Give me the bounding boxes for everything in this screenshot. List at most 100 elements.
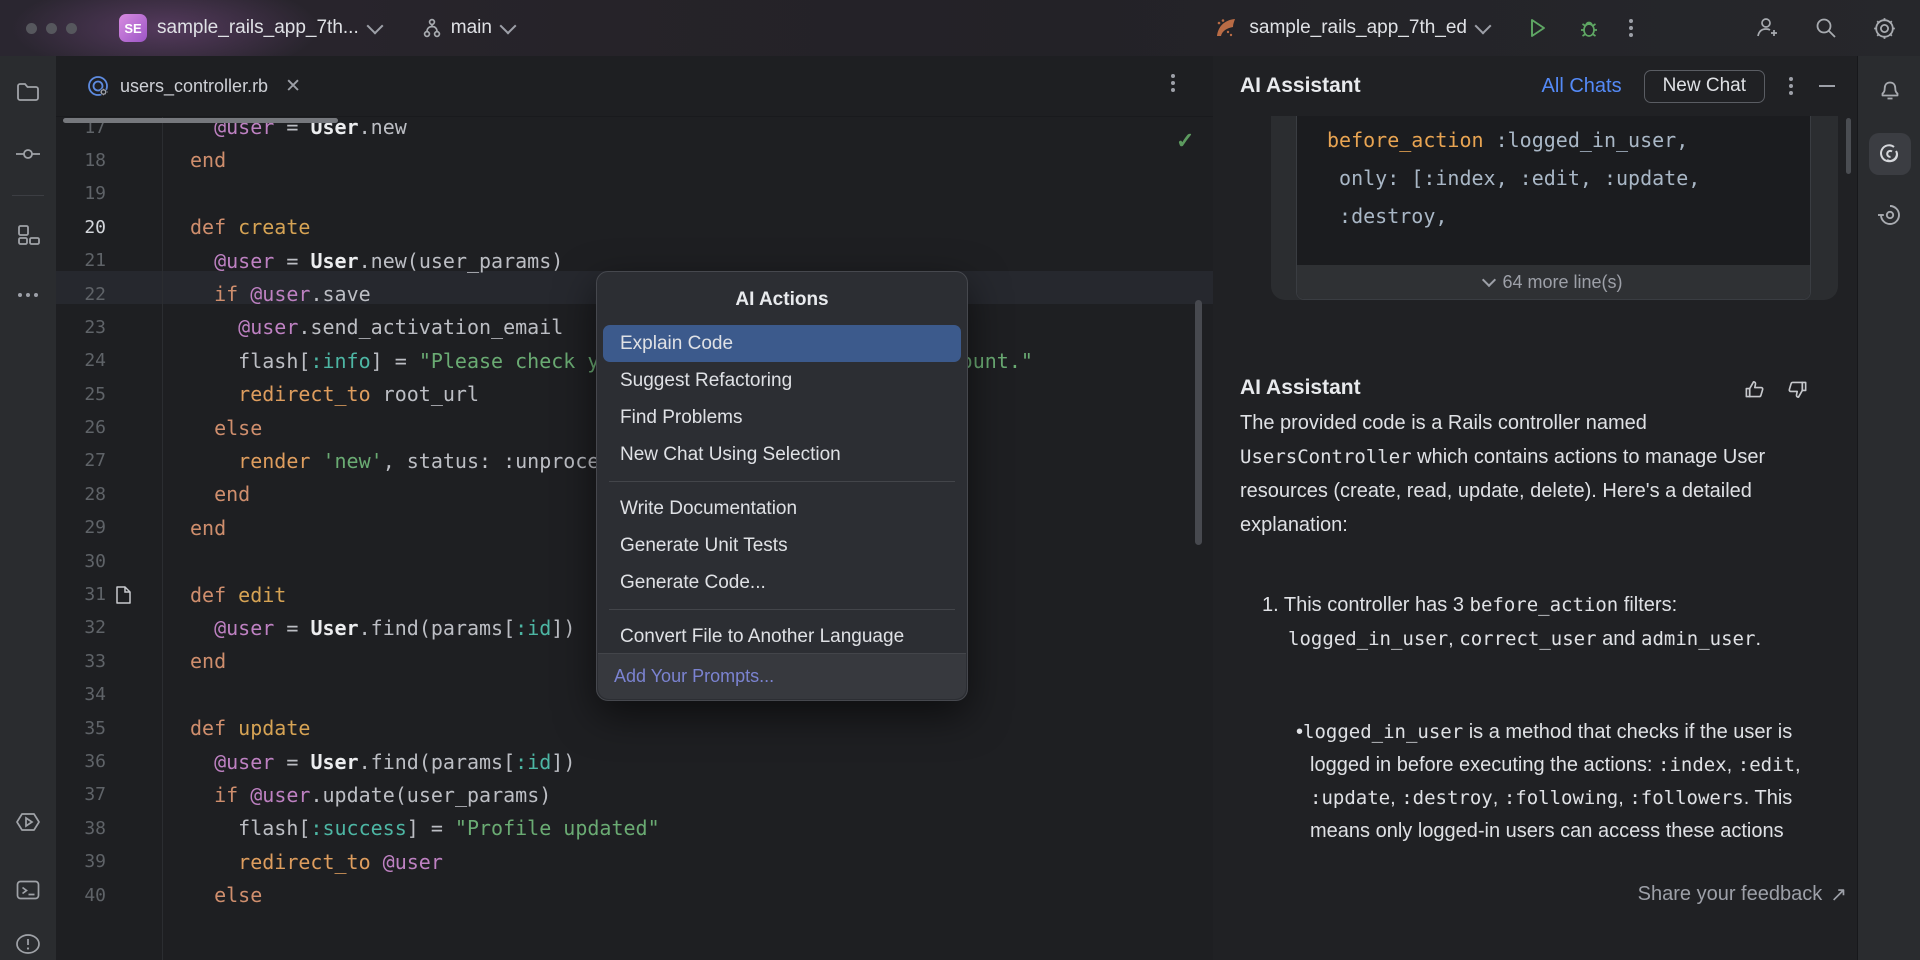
- line-number: 40: [56, 885, 106, 906]
- terminal-icon[interactable]: [15, 877, 42, 904]
- run-config-selector[interactable]: sample_rails_app_7th_ed: [1213, 15, 1489, 41]
- line-number: 19: [56, 183, 106, 204]
- line-number: 21: [56, 250, 106, 271]
- right-tool-rail: [1857, 56, 1920, 960]
- go-to-view-icon[interactable]: [115, 585, 132, 605]
- line-number: 36: [56, 751, 106, 772]
- line-number: 24: [56, 350, 106, 371]
- feedback-buttons: [1743, 378, 1809, 401]
- menu-item-convert-file-to-another-language[interactable]: Convert File to Another Language: [603, 618, 961, 655]
- line-number: 35: [56, 718, 106, 739]
- chevron-down-icon: [499, 18, 516, 35]
- menu-item-suggest-refactoring[interactable]: Suggest Refactoring: [603, 362, 961, 399]
- settings-gear-icon[interactable]: [1871, 15, 1898, 42]
- debug-button[interactable]: [1577, 16, 1601, 40]
- commit-icon[interactable]: [14, 140, 42, 168]
- line-number: 32: [56, 617, 106, 638]
- chat-options-menu[interactable]: [1789, 77, 1793, 95]
- tab-users-controller[interactable]: users_controller.rb ✕: [78, 56, 309, 116]
- assistant-message-author: AI Assistant: [1240, 376, 1361, 400]
- code-line: 39 redirect_to @user: [56, 845, 1213, 878]
- expand-more-lines[interactable]: 64 more line(s): [1297, 265, 1810, 299]
- chat-scrollbar[interactable]: [1846, 118, 1851, 174]
- thumbs-down-icon[interactable]: [1786, 378, 1809, 401]
- menu-item-generate-code[interactable]: Generate Code...: [603, 564, 961, 601]
- add-your-prompts-item[interactable]: Add Your Prompts...: [598, 653, 966, 699]
- line-number: 34: [56, 684, 106, 705]
- branch-selector[interactable]: main: [421, 17, 514, 39]
- line-number: 33: [56, 651, 106, 672]
- menu-item-explain-code[interactable]: Explain Code: [603, 325, 961, 362]
- code-line: 35def update: [56, 711, 1213, 744]
- editor-vertical-scrollbar[interactable]: [1195, 300, 1202, 545]
- run-config-name: sample_rails_app_7th_ed: [1249, 17, 1467, 39]
- chevron-down-icon: [366, 18, 383, 35]
- window-controls[interactable]: [26, 23, 77, 34]
- left-tool-rail: [0, 56, 57, 960]
- snippet-code: before_action :logged_in_user, only: [:i…: [1327, 121, 1810, 235]
- run-button[interactable]: [1525, 16, 1549, 40]
- ai-assistant-header: AI Assistant All Chats New Chat: [1213, 56, 1857, 116]
- line-number: 23: [56, 317, 106, 338]
- project-badge: SE: [119, 14, 147, 42]
- services-icon[interactable]: [14, 808, 42, 836]
- code-line: 20def create: [56, 211, 1213, 244]
- line-number: 30: [56, 551, 106, 572]
- project-name: sample_rails_app_7th...: [157, 17, 359, 39]
- line-number: 38: [56, 818, 106, 839]
- notifications-bell-icon[interactable]: [1876, 77, 1903, 104]
- inspections-ok-icon[interactable]: ✓: [1176, 128, 1194, 154]
- assistant-paragraph: The provided code is a Rails controller …: [1240, 406, 1815, 542]
- tab-scroll-indicator[interactable]: [63, 118, 338, 123]
- ai-chat-spiral-icon[interactable]: [1876, 201, 1904, 229]
- line-number: 29: [56, 517, 106, 538]
- external-link-icon: ↗: [1830, 882, 1847, 907]
- tab-label: users_controller.rb: [120, 76, 268, 97]
- ai-assistant-icon: [1877, 141, 1903, 167]
- assistant-list-item-1: 1. This controller has 3 before_action f…: [1262, 588, 1848, 656]
- code-snippet-block: before_action :logged_in_user, only: [:i…: [1296, 116, 1811, 300]
- problems-icon[interactable]: [14, 930, 42, 958]
- code-line: 40 else: [56, 878, 1213, 911]
- assistant-bullet-item: •logged_in_user is a method that checks …: [1296, 716, 1838, 868]
- menu-item-find-problems[interactable]: Find Problems: [603, 399, 961, 436]
- editor-options-menu[interactable]: [1171, 74, 1175, 92]
- tab-close-icon[interactable]: ✕: [285, 75, 301, 98]
- line-number: 26: [56, 417, 106, 438]
- popup-title: AI Actions: [597, 289, 967, 311]
- line-number: 31: [56, 584, 106, 605]
- project-selector[interactable]: sample_rails_app_7th...: [147, 17, 381, 39]
- panel-title: AI Assistant: [1240, 74, 1361, 98]
- line-number: 25: [56, 384, 106, 405]
- search-icon[interactable]: [1813, 15, 1839, 41]
- menu-item-generate-unit-tests[interactable]: Generate Unit Tests: [603, 527, 961, 564]
- rails-icon: [1213, 15, 1239, 41]
- more-tool-windows[interactable]: [18, 293, 38, 297]
- hide-panel-icon[interactable]: [1819, 85, 1835, 87]
- add-user-icon[interactable]: [1753, 15, 1779, 41]
- ai-assistant-tool-button[interactable]: [1869, 133, 1911, 175]
- git-branch-icon: [421, 17, 443, 39]
- rail-separator: [12, 195, 44, 196]
- ide-window: SE sample_rails_app_7th... main sample_r…: [0, 0, 1920, 960]
- menu-item-write-documentation[interactable]: Write Documentation: [603, 490, 961, 527]
- structure-icon[interactable]: [15, 222, 41, 248]
- code-line: 38 flash[:success] = "Profile updated": [56, 812, 1213, 845]
- more-actions-menu[interactable]: [1629, 19, 1633, 37]
- popup-items: Explain CodeSuggest RefactoringFind Prob…: [597, 325, 967, 655]
- ai-assistant-panel: AI Assistant All Chats New Chat before_a…: [1213, 56, 1857, 960]
- menu-separator: [609, 609, 955, 610]
- new-chat-button[interactable]: New Chat: [1644, 70, 1765, 103]
- branch-name: main: [451, 17, 492, 39]
- project-folder-icon[interactable]: [15, 79, 41, 105]
- code-line: 36 @user = User.find(params[:id]): [56, 745, 1213, 778]
- thumbs-up-icon[interactable]: [1743, 378, 1766, 401]
- menu-item-new-chat-using-selection[interactable]: New Chat Using Selection: [603, 436, 961, 473]
- line-number: 39: [56, 851, 106, 872]
- chat-messages: before_action :logged_in_user, only: [:i…: [1213, 116, 1857, 911]
- all-chats-link[interactable]: All Chats: [1542, 75, 1622, 98]
- chevron-down-icon: [1482, 273, 1496, 287]
- editor-tab-bar: users_controller.rb ✕: [56, 56, 1213, 117]
- share-feedback-link[interactable]: Share your feedback↗: [1638, 882, 1847, 907]
- code-line: 19: [56, 177, 1213, 210]
